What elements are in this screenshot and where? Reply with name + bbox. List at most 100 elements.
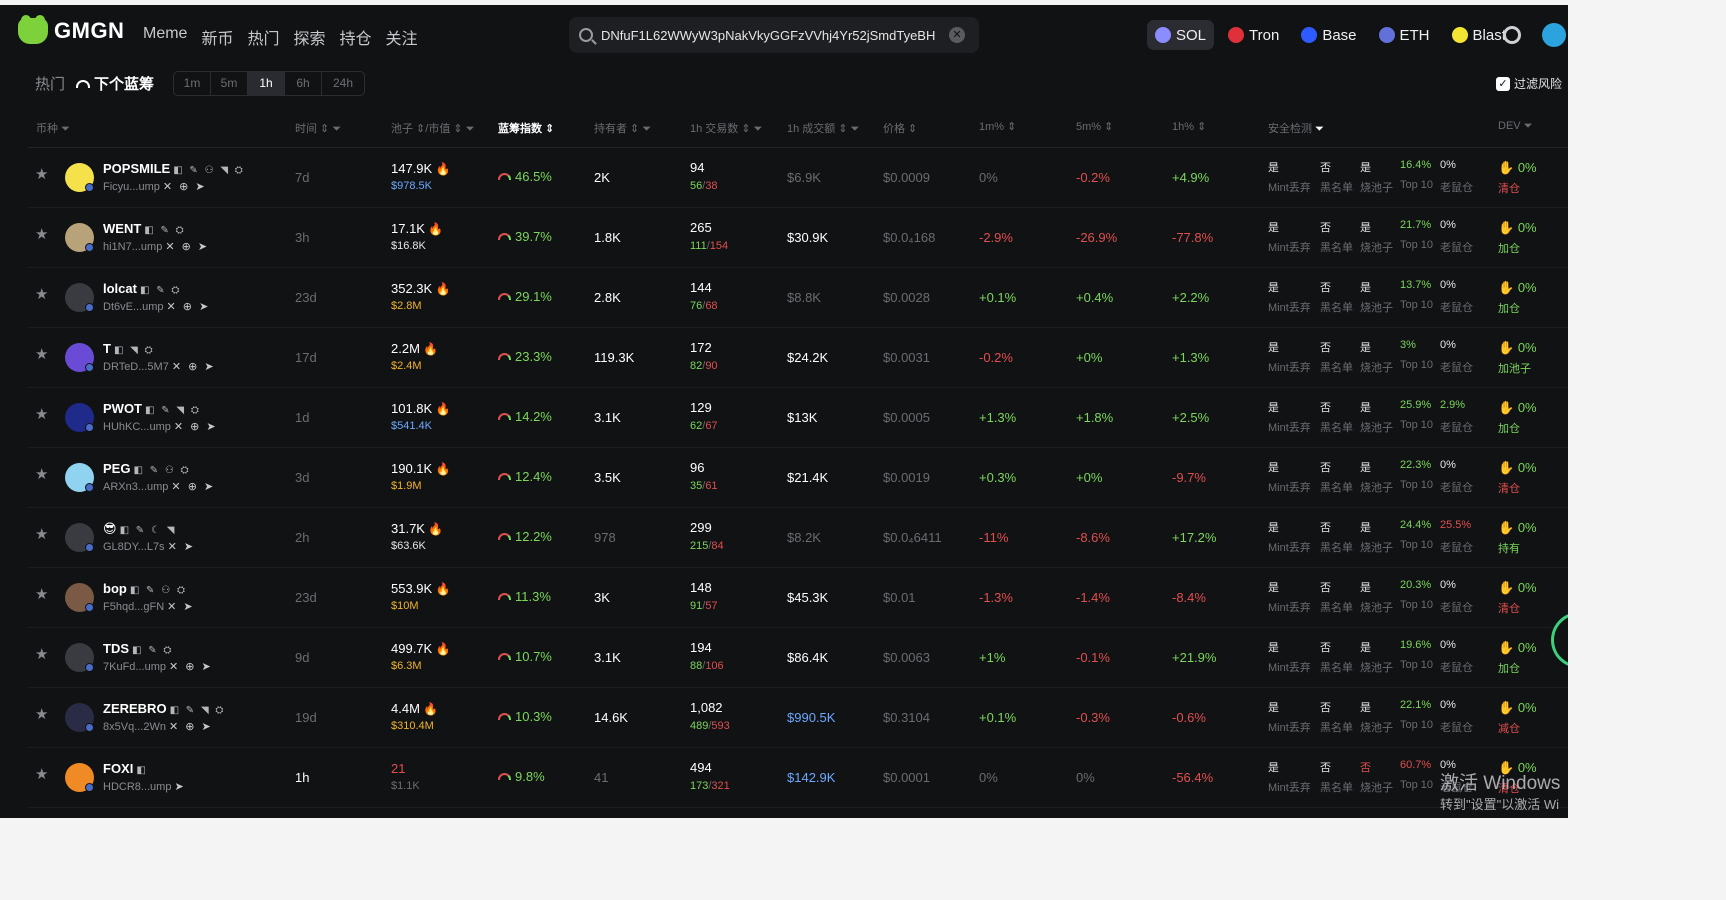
chain-sol[interactable]: SOL [1147,20,1215,50]
table-row[interactable]: ★ ZEREBRO ◧ ✎ ◥ ⛭ 8x5Vq...2Wn ✕ ⊕ ➤ 19d 4.4M 🔥… [28,688,1568,748]
star-icon[interactable]: ★ [35,227,49,242]
telegram-icon[interactable] [1542,23,1566,47]
social-link-icons[interactable]: ✕ ⊕ ➤ [172,361,216,373]
star-icon[interactable]: ★ [35,407,49,422]
col-5m-change[interactable]: 5m% ⇕ [1076,120,1113,133]
filter-icon: ⏷ [1523,120,1533,132]
token-address[interactable]: HDCR8...ump ➤ [103,780,186,793]
holders-count: 1.8K [594,230,621,245]
nav-item-follow[interactable]: 关注 [386,25,418,49]
security-label: Mint丢弃 [1268,302,1311,314]
risk-filter-toggle[interactable]: ✓ 过滤风险 [1496,75,1562,92]
star-icon[interactable]: ★ [35,467,49,482]
timeframe-tab-1m[interactable]: 1m [174,72,211,95]
token-symbol[interactable]: PWOT ◧ ✎ ◥ ⛭ [103,401,201,416]
social-link-icons[interactable]: ✕ ➤ [167,601,195,613]
star-icon[interactable]: ★ [35,347,49,362]
star-icon[interactable]: ★ [35,587,49,602]
token-address[interactable]: 7KuFd...ump ✕ ⊕ ➤ [103,660,213,673]
chain-base[interactable]: Base [1293,20,1364,50]
token-symbol[interactable]: PEG ◧ ✎ ⚇ ⛭ [103,461,191,476]
star-icon[interactable]: ★ [35,167,49,182]
token-symbol[interactable]: TDS ◧ ✎ ⛭ [103,641,173,656]
buy-count: 215 [690,540,709,552]
gear-icon[interactable] [1503,26,1521,44]
col-liquidity-marketcap[interactable]: 池子 ⇕/市值 ⇕ ⏷ [391,120,475,136]
chain-tron[interactable]: Tron [1220,20,1287,50]
social-link-icons[interactable]: ✕ ⊕ ➤ [163,181,207,193]
col-volume[interactable]: 1h 成交额 ⇕ ⏷ [787,120,859,136]
col-txns[interactable]: 1h 交易数 ⇕ ⏷ [690,120,762,136]
change-5m: 0% [1076,770,1095,785]
table-row[interactable]: ★ PEG ◧ ✎ ⚇ ⛭ ARXn3...ump ✕ ⊕ ➤ 3d 190.1K 🔥 $1.… [28,448,1568,508]
token-symbol[interactable]: 😎 ◧ ✎ ☾ ◥ [103,521,176,537]
col-bluechip-index[interactable]: 蓝筹指数 ⇕ [498,120,554,136]
token-address[interactable]: Ficyu...ump ✕ ⊕ ➤ [103,180,207,193]
star-icon[interactable]: ★ [35,287,49,302]
timeframe-tab-24h[interactable]: 24h [322,72,364,95]
token-address[interactable]: GL8DY...L7s ✕ ➤ [103,540,195,553]
token-address[interactable]: hi1N7...ump ✕ ⊕ ➤ [103,240,209,253]
timeframe-tab-1h[interactable]: 1h [248,72,285,95]
col-coin[interactable]: 币种 ⏷ [36,120,70,136]
gauge-icon [498,233,511,240]
col-dev[interactable]: DEV ⏷ [1498,120,1533,133]
change-1h: +2.2% [1172,290,1210,305]
social-link-icons[interactable]: ➤ [174,781,185,793]
table-row[interactable]: ★ POPSMILE ◧ ✎ ⚇ ◥ ⛭ Ficyu...ump ✕ ⊕ ➤ 7d 147.… [28,148,1568,208]
table-row[interactable] [28,808,1568,818]
nav-item-holdings[interactable]: 持仓 [340,25,372,49]
col-security[interactable]: 安全检测 ⏷ [1268,120,1324,136]
table-row[interactable]: ★ PWOT ◧ ✎ ◥ ⛭ HUhKC...ump ✕ ⊕ ➤ 1d 101.8K 🔥 $5… [28,388,1568,448]
star-icon[interactable]: ★ [35,527,49,542]
star-icon[interactable]: ★ [35,767,49,782]
col-price[interactable]: 价格 ⇕ [883,120,917,136]
table-row[interactable]: ★ lolcat ◧ ✎ ⛭ Dt6vE...ump ✕ ⊕ ➤ 23d 352.3K 🔥 $… [28,268,1568,328]
close-icon[interactable]: ✕ [949,27,965,43]
checkbox-checked-icon[interactable]: ✓ [1496,76,1510,91]
table-row[interactable]: ★ FOXI ◧ HDCR8...ump ➤ 1h 21 $1.1K 9.8% 41 494 173/… [28,748,1568,808]
token-address[interactable]: F5hqd...gFN ✕ ➤ [103,600,195,613]
nav-item-new[interactable]: 新币 [201,25,233,49]
social-link-icons[interactable]: ✕ ⊕ ➤ [165,241,209,253]
token-symbol[interactable]: ZEREBRO ◧ ✎ ◥ ⛭ [103,701,225,716]
table-row[interactable]: ★ bop ◧ ✎ ⚇ ⛭ F5hqd...gFN ✕ ➤ 23d 553.9K 🔥 $10M… [28,568,1568,628]
token-symbol[interactable]: WENT ◧ ✎ ⛭ [103,221,186,236]
col-holders[interactable]: 持有者 ⇕ ⏷ [594,120,651,136]
token-symbol[interactable]: FOXI ◧ [103,761,148,776]
token-address[interactable]: 8x5Vq...2Wn ✕ ⊕ ➤ [103,720,213,733]
search-input[interactable] [601,27,941,43]
token-address[interactable]: HUhKC...ump ✕ ⊕ ➤ [103,420,218,433]
social-link-icons[interactable]: ✕ ⊕ ➤ [169,721,213,733]
token-symbol[interactable]: lolcat ◧ ✎ ⛭ [103,281,181,296]
token-symbol[interactable]: POPSMILE ◧ ✎ ⚇ ◥ ⛭ [103,161,245,176]
token-symbol[interactable]: T ◧ ◥ ⛭ [103,341,155,356]
section-title[interactable]: 热门 [35,73,65,94]
token-symbol[interactable]: bop ◧ ✎ ⚇ ⛭ [103,581,187,596]
token-address[interactable]: Dt6vE...ump ✕ ⊕ ➤ [103,300,210,313]
col-1h-change[interactable]: 1h% ⇕ [1172,120,1206,133]
nav-item-trending[interactable]: 热门 [247,25,279,49]
table-row[interactable]: ★ 😎 ◧ ✎ ☾ ◥ GL8DY...L7s ✕ ➤ 2h 31.7K 🔥 $63.6K 12… [28,508,1568,568]
social-link-icons[interactable]: ✕ ⊕ ➤ [169,661,213,673]
social-link-icons[interactable]: ✕ ➤ [168,541,196,553]
timeframe-tab-6h[interactable]: 6h [285,72,322,95]
token-address[interactable]: DRTeD...5M7 ✕ ⊕ ➤ [103,360,216,373]
logo[interactable]: GMGN [18,15,124,44]
nav-item-meme[interactable]: Meme [143,25,187,49]
token-address[interactable]: ARXn3...ump ✕ ⊕ ➤ [103,480,215,493]
table-row[interactable]: ★ WENT ◧ ✎ ⛭ hi1N7...ump ✕ ⊕ ➤ 3h 17.1K 🔥 $16.8… [28,208,1568,268]
table-row[interactable]: ★ TDS ◧ ✎ ⛭ 7KuFd...ump ✕ ⊕ ➤ 9d 499.7K 🔥 $6.3M… [28,628,1568,688]
social-link-icons[interactable]: ✕ ⊕ ➤ [167,301,211,313]
table-row[interactable]: ★ T ◧ ◥ ⛭ DRTeD...5M7 ✕ ⊕ ➤ 17d 2.2M 🔥 $2.4M 23.… [28,328,1568,388]
social-link-icons[interactable]: ✕ ⊕ ➤ [174,421,218,433]
nav-item-discover[interactable]: 探索 [293,25,325,49]
social-link-icons[interactable]: ✕ ⊕ ➤ [171,481,215,493]
section-subtitle[interactable]: 下个蓝筹 [76,73,154,94]
timeframe-tab-5m[interactable]: 5m [211,72,248,95]
col-age[interactable]: 时间 ⇕ ⏷ [295,120,341,136]
star-icon[interactable]: ★ [35,647,49,662]
star-icon[interactable]: ★ [35,707,49,722]
col-1m-change[interactable]: 1m% ⇕ [979,120,1016,133]
chain-eth[interactable]: ETH [1371,20,1438,50]
